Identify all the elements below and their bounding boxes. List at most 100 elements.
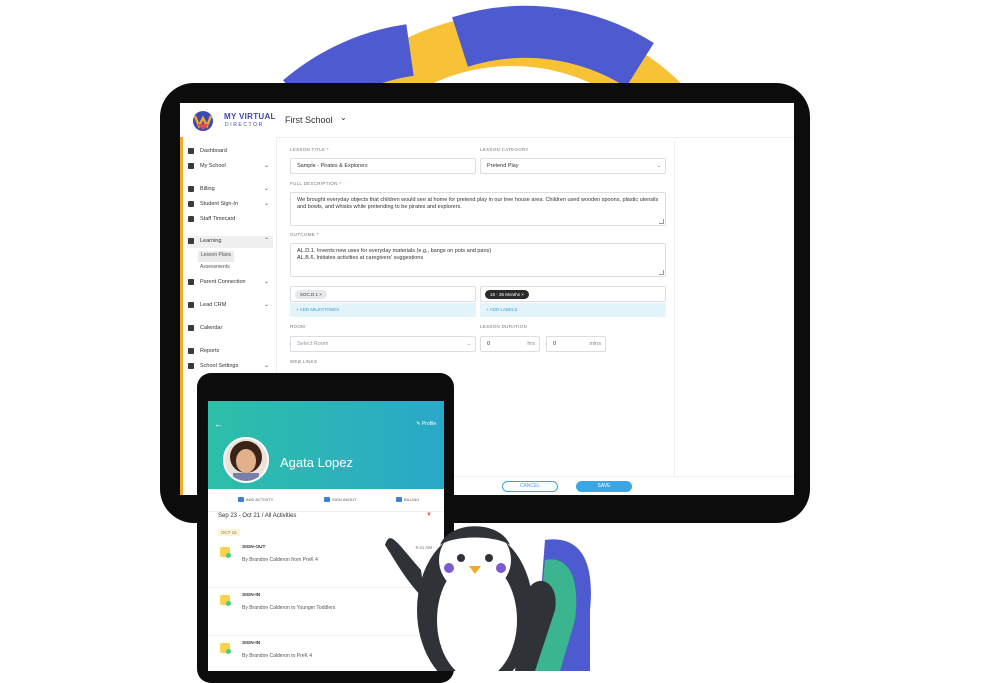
timecard-icon xyxy=(188,216,194,222)
activity-title: SIGN-IN xyxy=(242,593,261,598)
chevron-down-icon[interactable]: ⌄ xyxy=(340,113,347,122)
sidebar-item-billing[interactable]: Billing ⌄ xyxy=(187,184,273,196)
date-badge: OCT 16 xyxy=(218,529,240,536)
reports-icon xyxy=(188,348,194,354)
chevron-down-icon: ⌄ xyxy=(263,163,269,169)
activity-icon xyxy=(238,497,244,502)
lesson-title-input[interactable]: Sample - Pirates & Explorers xyxy=(290,158,476,174)
sidebar-item-label: Lead CRM xyxy=(200,302,227,308)
crm-icon xyxy=(188,302,194,308)
dashboard-icon xyxy=(188,148,194,154)
lesson-title-label: LESSON TITLE * xyxy=(290,147,329,152)
milestones-field[interactable]: SOC.D.1 × xyxy=(290,286,476,302)
sidebar-item-lead-crm[interactable]: Lead CRM ⌄ xyxy=(187,300,273,312)
settings-icon xyxy=(188,363,194,369)
duration-hours-value: 0 xyxy=(487,341,491,347)
parent-icon xyxy=(188,279,194,285)
sidebar-item-school-settings[interactable]: School Settings ⌄ xyxy=(187,361,273,373)
edit-profile-button[interactable]: ✎ Profile xyxy=(416,421,436,427)
add-labels-button[interactable]: + ADD LABELS xyxy=(480,303,666,317)
activity-subtitle: By Brandon Calderon from PreK 4 xyxy=(242,557,318,563)
signin-icon xyxy=(220,595,231,606)
logo-mark-icon xyxy=(193,111,213,131)
duration-hours-unit: hrs xyxy=(527,341,535,347)
learning-icon xyxy=(188,238,194,244)
child-profile-header: ← ✎ Profile Agata Lopez xyxy=(208,401,444,489)
sidebar-subitem-lesson-plans[interactable]: Lesson Plans xyxy=(198,251,235,262)
label-chip[interactable]: 18 - 36 Months × xyxy=(485,290,529,299)
chevron-down-icon: ⌄ xyxy=(263,201,269,207)
sidebar-item-label: Parent Connection xyxy=(200,279,246,285)
lesson-category-select[interactable]: Pretend Play ⌄ xyxy=(480,158,666,174)
child-avatar-icon xyxy=(225,439,267,481)
sidebar-item-label: Staff Timecard xyxy=(200,216,236,222)
app-logo[interactable]: MY VIRTUAL DIRECTOR xyxy=(188,109,278,133)
resize-handle-icon[interactable] xyxy=(659,270,664,275)
signin-icon xyxy=(220,643,231,654)
school-icon xyxy=(188,163,194,169)
logo-subtitle: DIRECTOR xyxy=(225,122,264,128)
sidebar-item-my-school[interactable]: My School ⌄ xyxy=(187,161,273,173)
billing-icon xyxy=(188,186,194,192)
add-milestones-button[interactable]: + ADD MILESTONES xyxy=(290,303,476,317)
avatar xyxy=(223,437,269,483)
chevron-down-icon: ⌄ xyxy=(263,279,269,285)
cancel-button[interactable]: CANCEL xyxy=(502,481,558,492)
sidebar-item-calendar[interactable]: Calendar xyxy=(187,323,273,335)
chevron-down-icon: ⌄ xyxy=(263,302,269,308)
activity-title: SIGN-OUT xyxy=(242,545,266,550)
sidebar-item-label: My School xyxy=(200,163,226,169)
activity-title: SIGN-IN xyxy=(242,641,261,646)
sidebar-item-parent-connection[interactable]: Parent Connection ⌄ xyxy=(187,277,273,289)
sign-in-out-button[interactable]: SIGN IN/OUT xyxy=(324,497,356,502)
penguin-mascot-icon xyxy=(385,526,591,671)
sidebar-item-learning[interactable]: Learning ⌃ xyxy=(187,236,273,248)
signin-icon xyxy=(188,201,194,207)
sidebar-item-label: Reports xyxy=(200,348,220,354)
sidebar-item-label: Student Sign-In xyxy=(200,201,238,207)
save-button[interactable]: SAVE xyxy=(576,481,632,492)
full-description-textarea[interactable]: We brought everyday objects that childre… xyxy=(290,192,666,226)
labels-field[interactable]: 18 - 36 Months × xyxy=(480,286,666,302)
lesson-category-value: Pretend Play xyxy=(487,163,519,169)
signinout-icon xyxy=(324,497,330,502)
sidebar-item-reports[interactable]: Reports xyxy=(187,346,273,358)
chevron-down-icon: ⌄ xyxy=(263,186,269,192)
chevron-down-icon: ⌄ xyxy=(466,341,471,347)
activity-filter[interactable]: Sep 23 - Oct 21 / All Activities xyxy=(218,513,296,519)
outcome-textarea[interactable]: AL.D.1. Invents new uses for everyday ma… xyxy=(290,243,666,277)
full-description-label: FULL DESCRIPTION * xyxy=(290,181,342,186)
chevron-down-icon: ⌄ xyxy=(263,363,269,369)
chevron-up-icon: ⌃ xyxy=(263,238,269,244)
milestone-chip[interactable]: SOC.D.1 × xyxy=(295,290,327,299)
sidebar-item-staff-timecard[interactable]: Staff Timecard xyxy=(187,214,273,226)
web-links-label: WEB LINKS xyxy=(290,359,318,364)
sidebar-accent xyxy=(180,137,183,495)
resize-handle-icon[interactable] xyxy=(659,219,664,224)
sidebar-item-label: Learning xyxy=(200,238,222,244)
lesson-category-label: LESSON CATEGORY xyxy=(480,147,529,152)
sidebar-subitem-assessments[interactable]: Assessments xyxy=(200,264,230,273)
duration-hours-input[interactable]: 0 hrs xyxy=(480,336,540,352)
activity-subtitle: By Brandon Calderon to Younger Toddlers xyxy=(242,605,336,611)
sidebar-item-dashboard[interactable]: Dashboard xyxy=(187,146,273,158)
lesson-duration-label: LESSON DURATION xyxy=(480,324,528,329)
duration-minutes-unit: mins xyxy=(589,341,601,347)
duration-minutes-value: 0 xyxy=(553,341,557,347)
child-name: Agata Lopez xyxy=(280,455,354,470)
school-selector[interactable]: First School xyxy=(285,115,333,125)
outcome-line: AL.B.6. Initiates activities at caregive… xyxy=(297,255,424,261)
sidebar-item-student-sign-in[interactable]: Student Sign-In ⌄ xyxy=(187,199,273,211)
top-bar: MY VIRTUAL DIRECTOR First School ⌄ xyxy=(180,103,794,138)
sidebar-item-label: Billing xyxy=(200,186,215,192)
activity-subtitle: By Brandon Calderon to PreK 4 xyxy=(242,653,313,659)
sidebar-item-label: Dashboard xyxy=(200,148,227,154)
back-arrow-icon[interactable]: ← xyxy=(214,419,223,429)
duration-minutes-input[interactable]: 0 mins xyxy=(546,336,606,352)
sidebar-item-label: School Settings xyxy=(200,363,239,369)
add-activity-button[interactable]: ADD ACTIVITY xyxy=(238,497,273,502)
room-select[interactable]: Select Room ⌄ xyxy=(290,336,476,352)
right-panel xyxy=(674,141,794,476)
full-description-text: We brought everyday objects that childre… xyxy=(297,197,659,210)
room-label: ROOM xyxy=(290,324,306,329)
